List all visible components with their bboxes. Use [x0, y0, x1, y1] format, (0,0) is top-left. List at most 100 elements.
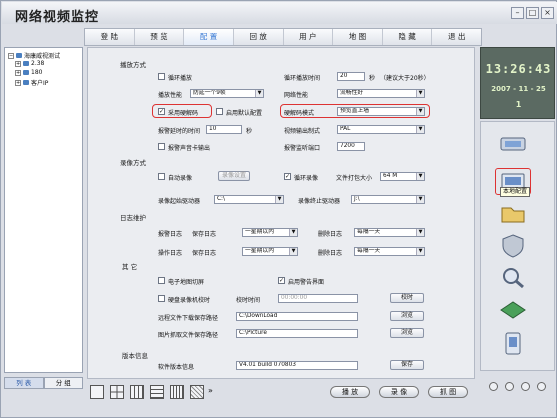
alarm-delay-unit: 秒 — [246, 128, 253, 135]
op-save-log-select[interactable]: 一星期以内 ▼ — [242, 247, 298, 256]
shield-icon — [502, 234, 524, 258]
tab-list[interactable]: 列 表 — [4, 377, 44, 389]
expand-icon[interactable]: + — [15, 60, 21, 67]
chevron-down-icon[interactable]: ▼ — [416, 126, 424, 133]
map-config-button[interactable] — [495, 296, 531, 323]
op-delete-log-select[interactable]: 每隔一天 ▼ — [354, 247, 425, 256]
alarm-delete-log-select[interactable]: 每隔一天 ▼ — [354, 228, 425, 237]
play-button[interactable]: 播 放 — [330, 386, 370, 398]
record-button[interactable]: 录 像 — [379, 386, 419, 398]
layout-2x2-icon[interactable] — [110, 385, 124, 399]
tree-item[interactable]: + 180 — [15, 69, 42, 76]
alarm-log-label: 报警日志 — [158, 231, 183, 238]
alarm-ui-checkbox[interactable]: ✓ — [278, 277, 285, 284]
browse-download-button[interactable]: 浏览 — [390, 311, 424, 321]
close-icon[interactable]: × — [541, 7, 554, 19]
remote-config-button[interactable] — [495, 130, 531, 157]
expand-icon[interactable]: + — [15, 79, 21, 86]
more-layouts-icon[interactable]: » — [208, 386, 213, 395]
tree-item[interactable]: + 2.38 — [15, 60, 44, 67]
chevron-down-icon[interactable]: ▼ — [416, 108, 424, 115]
section-log: 日志维护 — [120, 214, 146, 222]
auto-record-checkbox[interactable] — [158, 173, 165, 180]
picture-path-label: 图片抓取文件保存路径 — [158, 332, 219, 339]
alarm-ui-label: 启用警告界面 — [288, 279, 325, 286]
sync-time-input[interactable]: 00:00:00 — [278, 294, 358, 303]
layout-4x4-icon[interactable] — [150, 385, 164, 399]
maximize-icon[interactable]: □ — [526, 7, 539, 19]
tab-group[interactable]: 分 组 — [43, 377, 83, 389]
start-drive-select[interactable]: C:\ ▼ — [214, 195, 284, 204]
loop-record-checkbox[interactable]: ✓ — [284, 173, 291, 180]
tree-root[interactable]: − 海康威视测试 — [8, 51, 60, 60]
tooltip: 本地配置 — [500, 187, 531, 197]
file-size-select[interactable]: 64 M ▼ — [380, 172, 425, 181]
alarm-save-log-label: 保存日志 — [192, 231, 217, 238]
alarm-sound-checkbox[interactable] — [158, 143, 165, 150]
clock-panel: 13:26:43 2007 - 11 - 25 1 — [480, 47, 555, 119]
chevron-down-icon[interactable]: ▼ — [416, 196, 424, 203]
expand-icon[interactable]: + — [15, 69, 21, 76]
ptz-button-2[interactable] — [505, 382, 514, 391]
minimize-icon[interactable]: – — [511, 7, 524, 19]
hw-decode-checkbox[interactable]: ✓ — [158, 108, 165, 115]
chevron-down-icon[interactable]: ▼ — [289, 229, 297, 236]
alarm-delay-input[interactable]: 10 — [206, 125, 242, 134]
layout-1x1-icon[interactable] — [90, 385, 104, 399]
nav-map[interactable]: 地 图 — [333, 29, 383, 45]
hw-decode-mode-select[interactable]: 预览直上墙 ▼ — [337, 107, 425, 116]
loop-time-input[interactable]: 20 — [337, 72, 365, 81]
chevron-down-icon[interactable]: ▼ — [289, 248, 297, 255]
auto-record-label: 自动录像 — [168, 175, 193, 182]
emap-checkbox[interactable] — [158, 277, 165, 284]
collapse-icon[interactable]: − — [8, 52, 14, 59]
capture-button[interactable]: 抓 图 — [428, 386, 468, 398]
layout-5x5-icon[interactable] — [170, 385, 184, 399]
tree-item[interactable]: + 客户IP — [15, 78, 48, 87]
save-button[interactable]: 保存 — [390, 360, 424, 370]
ptz-button-3[interactable] — [521, 382, 530, 391]
nav-login[interactable]: 登 陆 — [85, 29, 135, 45]
folder-config-button[interactable] — [495, 200, 531, 227]
play-perf-select[interactable]: 防延一个9帧 ▼ — [190, 89, 264, 98]
video-out-select[interactable]: PAL ▼ — [337, 125, 425, 134]
device-icon — [23, 80, 29, 85]
chevron-down-icon[interactable]: ▼ — [416, 248, 424, 255]
op-save-log-label: 保存日志 — [192, 250, 217, 257]
server-icon — [16, 53, 22, 58]
alarm-delay-label: 报警延时的时间 — [158, 128, 201, 135]
ptz-button-4[interactable] — [537, 382, 546, 391]
download-path-input[interactable]: C:\DownLoad — [236, 312, 358, 321]
ptz-button-1[interactable] — [489, 382, 498, 391]
sync-time-button[interactable]: 校时 — [390, 293, 424, 303]
security-config-button[interactable] — [495, 232, 531, 259]
alarm-port-input[interactable]: 7200 — [337, 142, 365, 151]
chevron-down-icon[interactable]: ▼ — [255, 90, 263, 97]
op-delete-log-label: 删除日志 — [318, 250, 343, 257]
net-perf-select[interactable]: 流畅性好 ▼ — [337, 89, 425, 98]
browse-picture-button[interactable]: 浏览 — [390, 328, 424, 338]
nav-playback[interactable]: 回 放 — [234, 29, 284, 45]
search-config-button[interactable] — [495, 264, 531, 291]
default-config-checkbox[interactable] — [216, 108, 223, 115]
section-playback: 播放方式 — [120, 61, 146, 69]
nav-exit[interactable]: 退 出 — [432, 29, 481, 45]
disk-sync-checkbox[interactable] — [158, 295, 165, 302]
nav-hide[interactable]: 隐 藏 — [383, 29, 433, 45]
chevron-down-icon[interactable]: ▼ — [416, 229, 424, 236]
end-drive-select[interactable]: J:\ ▼ — [351, 195, 425, 204]
default-config-label: 启用默认配置 — [226, 110, 263, 117]
alarm-save-log-select[interactable]: 一星期以内 ▼ — [242, 228, 298, 237]
chevron-down-icon[interactable]: ▼ — [416, 173, 424, 180]
device-config-button[interactable] — [495, 330, 531, 357]
layout-6x6-icon[interactable] — [190, 385, 204, 399]
picture-path-input[interactable]: C:\Picture — [236, 329, 358, 338]
nav-config[interactable]: 配 置 — [184, 29, 234, 45]
record-settings-button[interactable]: 录像设置 — [218, 171, 250, 181]
layout-3x3-icon[interactable] — [130, 385, 144, 399]
chevron-down-icon[interactable]: ▼ — [275, 196, 283, 203]
nav-preview[interactable]: 预 览 — [135, 29, 185, 45]
nav-users[interactable]: 用 户 — [284, 29, 334, 45]
loop-play-checkbox[interactable] — [158, 73, 165, 80]
chevron-down-icon[interactable]: ▼ — [416, 90, 424, 97]
